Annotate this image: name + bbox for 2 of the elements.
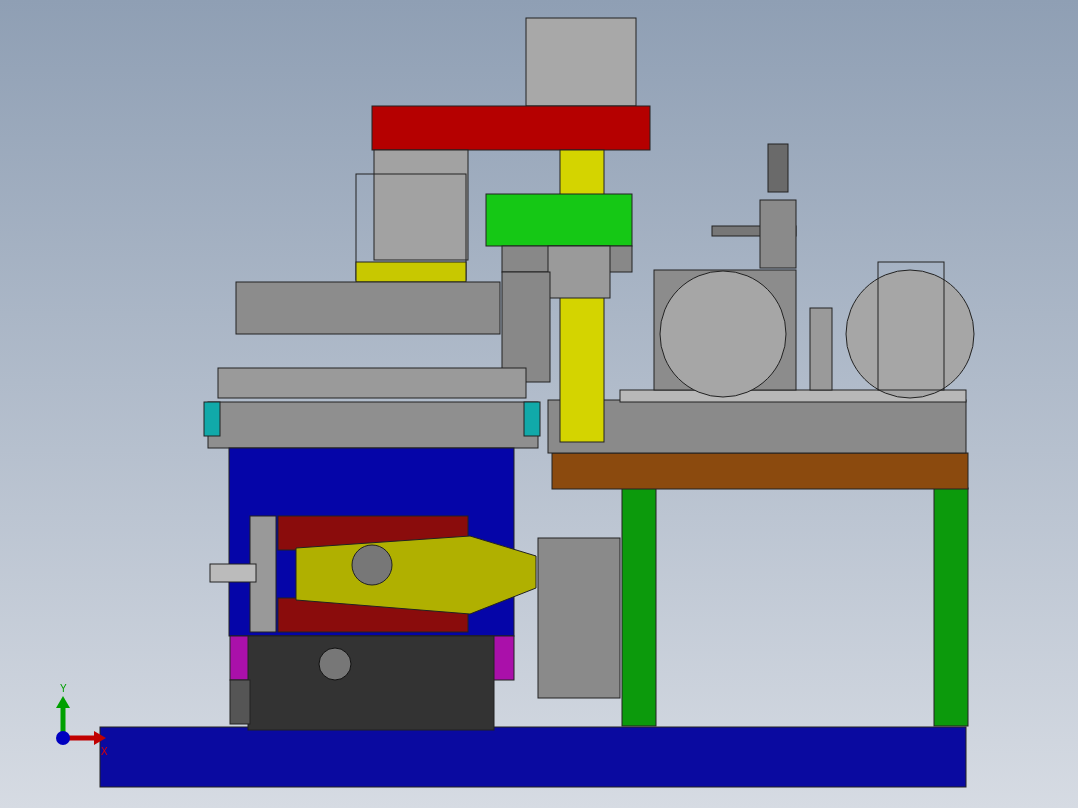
axis-label: X bbox=[101, 747, 108, 757]
axis-label: Y bbox=[60, 684, 67, 694]
